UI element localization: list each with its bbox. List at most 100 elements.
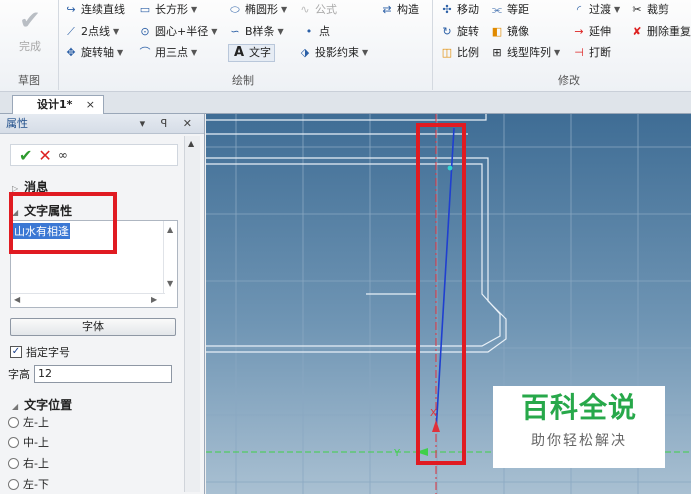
axis-y-label: Y [393, 448, 401, 459]
divider [432, 0, 433, 90]
document-tab-bar: 设计1* × [0, 92, 691, 114]
text-height-input[interactable]: 12 [34, 365, 172, 383]
formula-button[interactable]: ∿ 公式 [298, 1, 337, 19]
spline-icon: ∽ [230, 25, 240, 38]
chevron-down-icon: ▼ [113, 27, 120, 36]
panel-title: 属性 [6, 117, 28, 130]
panel-header: 属性 ▾ ꟼ ✕ [0, 114, 204, 134]
specify-size-checkbox[interactable]: ✓ [10, 346, 22, 358]
formula-icon: ∿ [300, 3, 310, 16]
group-title-modify: 修改 [558, 74, 580, 87]
arc-icon: ⌒ [139, 46, 151, 59]
scale-icon: ◫ [441, 46, 453, 59]
point-icon: • [305, 25, 313, 38]
offset-button[interactable]: ⫘ 等距 [490, 1, 529, 19]
position-radio-center-top[interactable]: 中-上 [8, 434, 49, 450]
break-button[interactable]: ⊣ 打断 [572, 44, 611, 62]
rectangle-button[interactable]: ▭ 长方形 ▼ [138, 1, 197, 19]
highlight-box-canvas-line [416, 123, 466, 465]
radio-button[interactable] [8, 436, 19, 448]
rotate-axis-button[interactable]: ✥ 旋转轴 ▼ [64, 44, 123, 62]
ellipse-icon: ⬭ [230, 3, 240, 16]
close-icon[interactable]: × [86, 96, 95, 114]
bspline-button[interactable]: ∽ B样条 ▼ [228, 23, 284, 41]
chevron-down-icon: ▼ [117, 48, 124, 57]
position-section[interactable]: ◢ 文字位置 [12, 396, 72, 413]
highlight-box-text-props [9, 192, 117, 254]
ellipse-button[interactable]: ⬭ 椭圆形 ▼ [228, 1, 287, 19]
construct-icon: ⇄ [382, 3, 392, 16]
delete-duplicate-button[interactable]: ✘ 删除重复 [630, 23, 691, 41]
chevron-down-icon: ▼ [191, 48, 198, 57]
chevron-down-icon: ▼ [211, 27, 218, 36]
extend-icon: → [574, 25, 584, 38]
line-icon: ⟋ [67, 25, 75, 38]
chevron-down-icon: ▼ [277, 27, 284, 36]
scroll-right-icon: ▶ [151, 295, 158, 304]
finish-button[interactable]: ✔ 完成 [8, 4, 52, 64]
chevron-down-icon: ▼ [281, 5, 288, 14]
properties-panel: 属性 ▾ ꟼ ✕ ▲ ✔ ✕ ∞ ▷ 消息 ◢ 文字属性 山水有相逢 ▲ ▼ ◀ ▶… [0, 114, 205, 494]
move-icon: ✣ [442, 3, 452, 16]
position-radio-left-bottom[interactable]: 左-下 [8, 476, 49, 492]
position-radio-left-top[interactable]: 左-上 [8, 414, 49, 430]
polyline-icon: ↪ [66, 3, 76, 16]
scissors-icon: ✂ [632, 3, 642, 16]
radio-button[interactable] [8, 478, 19, 490]
offset-icon: ⫘ [492, 3, 502, 16]
circle-icon: ⊙ [140, 25, 150, 38]
text-height-row: 字高 12 [8, 365, 172, 383]
cancel-icon[interactable]: ✕ [38, 146, 51, 165]
three-point-button[interactable]: ⌒ 用三点 ▼ [138, 44, 198, 62]
chevron-down-icon: ▼ [554, 48, 561, 57]
preview-icon[interactable]: ∞ [58, 148, 68, 162]
move-button[interactable]: ✣ 移动 [440, 1, 479, 19]
fillet-button[interactable]: ◜ 过渡 ▼ [572, 1, 620, 19]
panel-scrollbar[interactable]: ▲ [184, 136, 200, 492]
textarea-vscroll[interactable]: ▲ ▼ [163, 221, 177, 293]
projection-icon: ⬗ [300, 46, 310, 59]
linear-pattern-button[interactable]: ⊞ 线型阵列 ▼ [490, 44, 560, 62]
delete-icon: ✘ [632, 25, 642, 38]
chevron-down-icon: ▼ [191, 5, 198, 14]
watermark: 百科全说 助你轻松解决 [493, 386, 665, 468]
group-title-sketch: 草图 [18, 74, 40, 87]
checkmark-icon: ✔ [19, 6, 41, 36]
font-button[interactable]: 字体 [10, 318, 176, 336]
text-button[interactable]: A 文字 [228, 44, 275, 62]
specify-size-checkbox-row[interactable]: ✓ 指定字号 [10, 344, 70, 360]
two-point-line-button[interactable]: ⟋ 2点线 ▼ [64, 23, 119, 41]
construct-button[interactable]: ⇄ 构造 [380, 1, 419, 19]
panel-controls[interactable]: ▾ ꟼ ✕ [140, 114, 198, 134]
polyline-button[interactable]: ↪ 连续直线 [64, 1, 125, 19]
circle-button[interactable]: ⊙ 圆心+半径 ▼ [138, 23, 217, 41]
position-radio-right-top[interactable]: 右-上 [8, 455, 49, 471]
scroll-down-icon: ▼ [167, 279, 174, 288]
group-title-draw: 绘制 [232, 74, 254, 87]
axis-icon: ✥ [66, 46, 76, 59]
rotate-button[interactable]: ↻ 旋转 [440, 23, 479, 41]
rectangle-icon: ▭ [139, 3, 151, 16]
confirm-icon[interactable]: ✔ [19, 146, 32, 165]
action-row: ✔ ✕ ∞ [10, 144, 178, 166]
scroll-up-icon: ▲ [167, 225, 174, 234]
break-icon: ⊣ [574, 46, 584, 59]
text-icon: A [233, 45, 245, 60]
chevron-down-icon: ▼ [614, 5, 621, 14]
mirror-button[interactable]: ◧ 镜像 [490, 23, 529, 41]
scroll-up-icon[interactable]: ▲ [188, 139, 194, 148]
extend-button[interactable]: → 延伸 [572, 23, 611, 41]
radio-button[interactable] [8, 457, 19, 469]
trim-button[interactable]: ✂ 裁剪 [630, 1, 669, 19]
mirror-icon: ◧ [491, 25, 503, 38]
scale-button[interactable]: ◫ 比例 [440, 44, 479, 62]
textarea-hscroll[interactable]: ◀ ▶ [11, 293, 165, 307]
radio-button[interactable] [8, 416, 19, 428]
rotate-icon: ↻ [442, 25, 452, 38]
pattern-icon: ⊞ [492, 46, 502, 59]
collapse-icon: ◢ [12, 402, 19, 411]
point-button[interactable]: • 点 [302, 23, 330, 41]
projection-button[interactable]: ⬗ 投影约束 ▼ [298, 44, 368, 62]
document-tab[interactable]: 设计1* × [12, 95, 104, 114]
divider [58, 0, 59, 90]
